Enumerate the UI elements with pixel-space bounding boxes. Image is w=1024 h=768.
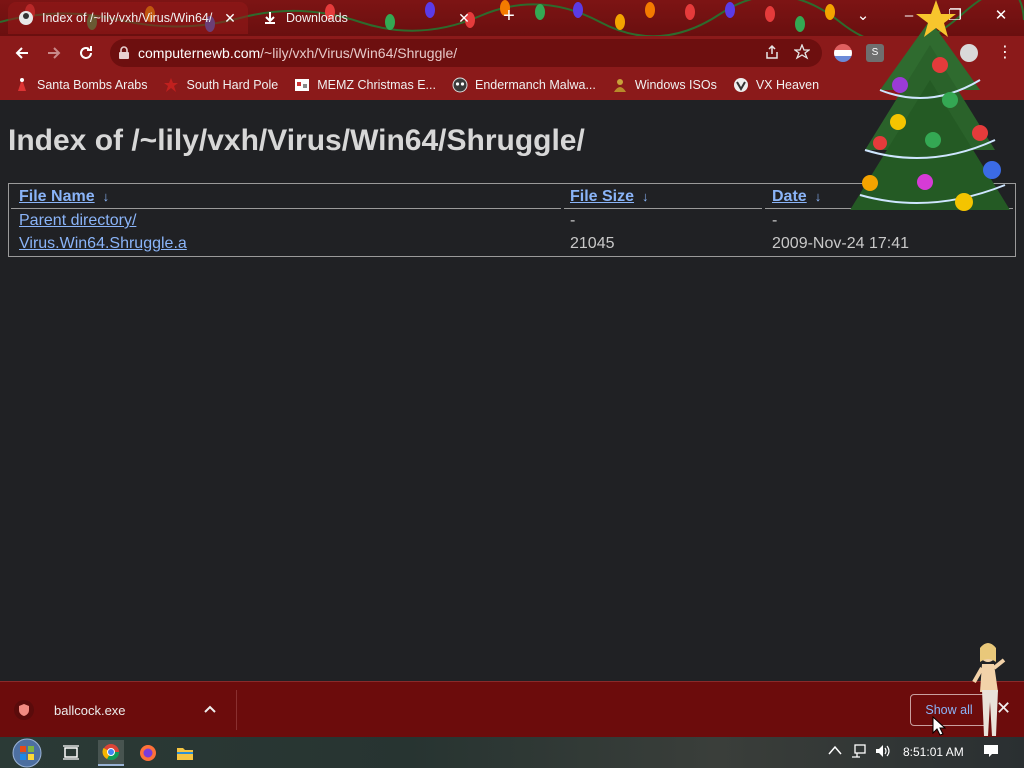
file-size-cell: 21045 <box>570 235 615 252</box>
sort-arrow-icon: ↓ <box>814 189 822 204</box>
tab-title: Downloads <box>286 11 348 25</box>
bookmark-star-icon[interactable] <box>794 44 810 60</box>
chrome-taskbar-icon[interactable] <box>98 740 124 766</box>
bookmark-label: Endermanch Malwa... <box>474 78 596 92</box>
vx-icon <box>733 77 749 93</box>
column-header-file-name[interactable]: File Name ↓ <box>19 188 109 206</box>
bookmark-label: Windows ISOs <box>634 78 717 92</box>
santa-icon <box>14 77 30 93</box>
forward-arrow-icon <box>48 47 61 59</box>
back-arrow-icon <box>15 47 28 59</box>
forward-button[interactable] <box>39 38 69 68</box>
start-button[interactable] <box>10 738 44 768</box>
download-shelf: ballcock.exe Show all ✕ <box>0 681 1024 737</box>
url-host: computernewb.com <box>138 45 261 61</box>
christmas-tree-decoration <box>850 0 1010 211</box>
file-size-cell: - <box>570 212 576 229</box>
chevron-up-tray-icon[interactable] <box>828 744 842 758</box>
bookmark-santa-bombs-arabs[interactable]: Santa Bombs Arabs <box>14 77 147 93</box>
url-path: /~lily/vxh/Virus/Win64/Shruggle/ <box>260 45 458 61</box>
download-item[interactable]: ballcock.exe <box>14 700 126 720</box>
bookmark-label: MEMZ Christmas E... <box>317 78 436 92</box>
desktop-buddy-figure <box>972 643 1006 736</box>
shield-warning-icon <box>14 700 34 720</box>
enderman-icon <box>452 77 468 93</box>
buddha-icon <box>612 77 628 93</box>
reload-icon <box>80 46 92 59</box>
date-cell: - <box>772 212 778 229</box>
address-bar[interactable]: computernewb.com/~lily/vxh/Virus/Win64/S… <box>110 39 822 67</box>
page-title: Index of /~lily/vxh/Virus/Win64/Shruggle… <box>8 124 585 157</box>
column-header-file-size[interactable]: File Size ↓ <box>570 188 649 206</box>
task-view-icon[interactable] <box>58 740 84 766</box>
tab-close-icon[interactable]: ✕ <box>456 10 472 27</box>
file-link-virus-win64-shruggle-a[interactable]: Virus.Win64.Shruggle.a <box>19 235 187 253</box>
file-explorer-icon[interactable] <box>172 740 198 766</box>
sort-arrow-icon: ↓ <box>102 189 110 204</box>
memz-icon <box>294 77 310 93</box>
download-icon <box>262 10 278 26</box>
bookmark-label: VX Heaven <box>755 78 820 92</box>
page-favicon <box>18 10 34 26</box>
red-star-icon <box>163 77 179 93</box>
firefox-taskbar-icon[interactable] <box>135 740 161 766</box>
taskbar-clock[interactable]: 8:51:01 AM <box>903 745 964 759</box>
bookmark-windows-isos[interactable]: Windows ISOs <box>612 77 717 93</box>
bookmark-south-hard-pole[interactable]: South Hard Pole <box>163 77 278 93</box>
bookmark-vx-heaven[interactable]: VX Heaven <box>733 77 819 93</box>
header-divider <box>564 208 762 209</box>
divider <box>236 690 237 730</box>
chevron-up-icon[interactable] <box>204 700 216 716</box>
url-text: computernewb.com/~lily/vxh/Virus/Win64/S… <box>138 45 457 61</box>
bookmark-label: Santa Bombs Arabs <box>37 78 148 92</box>
bookmark-endermanch-malware[interactable]: Endermanch Malwa... <box>452 77 596 93</box>
sort-arrow-icon: ↓ <box>642 189 649 204</box>
column-header-date[interactable]: Date ↓ <box>772 188 821 206</box>
new-tab-button[interactable]: + <box>498 6 520 28</box>
tab-title: Index of /~lily/vxh/Virus/Win64/ <box>42 11 213 25</box>
back-button[interactable] <box>7 38 37 68</box>
volume-icon[interactable] <box>875 744 891 761</box>
download-filename: ballcock.exe <box>54 702 126 718</box>
lock-icon[interactable] <box>110 46 138 60</box>
header-divider <box>11 208 561 209</box>
network-icon[interactable] <box>851 744 867 761</box>
share-icon[interactable] <box>764 44 780 60</box>
parent-directory-link[interactable]: Parent directory/ <box>19 212 136 230</box>
tab-index-of[interactable]: Index of /~lily/vxh/Virus/Win64/ ✕ <box>8 2 248 34</box>
tab-downloads[interactable]: Downloads ✕ <box>252 2 482 34</box>
windows-orb-icon <box>12 738 42 768</box>
windows-taskbar: 8:51:01 AM <box>0 737 1024 768</box>
mouse-cursor-icon <box>932 716 946 736</box>
action-center-icon[interactable] <box>983 744 999 761</box>
reload-button[interactable] <box>71 38 101 68</box>
bookmark-memz-christmas[interactable]: MEMZ Christmas E... <box>294 77 436 93</box>
bookmark-label: South Hard Pole <box>186 78 279 92</box>
tab-close-icon[interactable]: ✕ <box>222 10 238 27</box>
